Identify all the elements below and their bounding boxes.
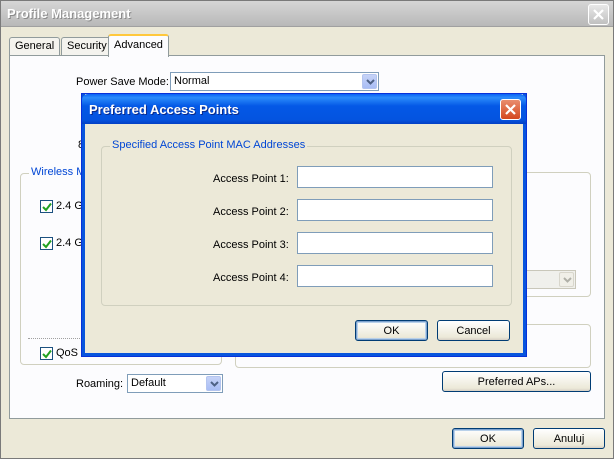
dropdown-arrow[interactable]	[206, 376, 221, 391]
access-point-3-input[interactable]	[297, 232, 493, 254]
chevron-down-icon	[210, 381, 219, 387]
band-2-label: 2.4 G	[56, 237, 83, 249]
ok-button[interactable]: OK	[452, 428, 524, 449]
chevron-down-icon	[366, 79, 375, 85]
power-save-mode-value: Normal	[174, 75, 210, 87]
chevron-down-icon	[563, 277, 572, 283]
roaming-label: Roaming:	[76, 378, 124, 390]
qos-checkbox[interactable]	[40, 347, 53, 360]
dialog-title: Preferred Access Points	[89, 102, 239, 117]
access-point-2-label: Access Point 2:	[213, 206, 289, 218]
qos-label: QoS	[56, 347, 79, 359]
access-point-2-input[interactable]	[297, 199, 493, 221]
cancel-button[interactable]: Anuluj	[533, 428, 605, 449]
roaming-select[interactable]: Default	[127, 374, 223, 393]
access-point-4-label: Access Point 4:	[213, 272, 289, 284]
window-title: Profile Management	[7, 6, 131, 21]
separator	[28, 338, 88, 339]
mac-addresses-group-title: Specified Access Point MAC Addresses	[110, 139, 308, 151]
access-point-1-input[interactable]	[297, 166, 493, 188]
dropdown-arrow[interactable]	[362, 74, 377, 89]
access-point-4-input[interactable]	[297, 265, 493, 287]
dialog-titlebar[interactable]: Preferred Access Points	[82, 94, 526, 124]
dropdown-arrow	[559, 272, 574, 287]
tab-label: General	[15, 40, 55, 52]
tab-general[interactable]: General	[9, 37, 61, 56]
checkmark-icon	[42, 202, 52, 212]
preferred-aps-button[interactable]: Preferred APs...	[442, 371, 591, 392]
checkmark-icon	[42, 349, 52, 359]
band-1-label: 2.4 G	[56, 200, 83, 212]
dialog-cancel-button[interactable]: Cancel	[437, 320, 510, 341]
power-save-mode-label: Power Save Mode:	[76, 76, 169, 88]
close-icon	[593, 9, 604, 20]
wireless-mode-group-title: Wireless M	[29, 166, 88, 178]
checkmark-icon	[42, 239, 52, 249]
window-titlebar[interactable]: Profile Management	[1, 1, 613, 27]
dialog-ok-button[interactable]: OK	[355, 320, 428, 341]
access-point-1-label: Access Point 1:	[213, 173, 289, 185]
disabled-select	[521, 270, 576, 289]
window-close-button[interactable]	[588, 4, 609, 25]
profile-management-window: Profile Management General Security Adva…	[0, 0, 614, 459]
band-2-checkbox[interactable]	[40, 237, 53, 250]
band-1-checkbox[interactable]	[40, 200, 53, 213]
close-icon	[505, 104, 516, 115]
roaming-value: Default	[131, 377, 166, 389]
tab-advanced[interactable]: Advanced	[108, 34, 169, 57]
access-point-3-label: Access Point 3:	[213, 239, 289, 251]
mac-addresses-group: Specified Access Point MAC Addresses Acc…	[101, 139, 512, 306]
tab-label: Advanced	[114, 39, 163, 51]
tab-security[interactable]: Security	[61, 37, 113, 56]
preferred-access-points-dialog: Preferred Access Points Specified Access…	[82, 94, 526, 356]
power-save-mode-select[interactable]: Normal	[170, 72, 379, 91]
dialog-body: Specified Access Point MAC Addresses Acc…	[85, 124, 523, 353]
dialog-close-button[interactable]	[500, 99, 521, 120]
tab-label: Security	[67, 40, 107, 52]
